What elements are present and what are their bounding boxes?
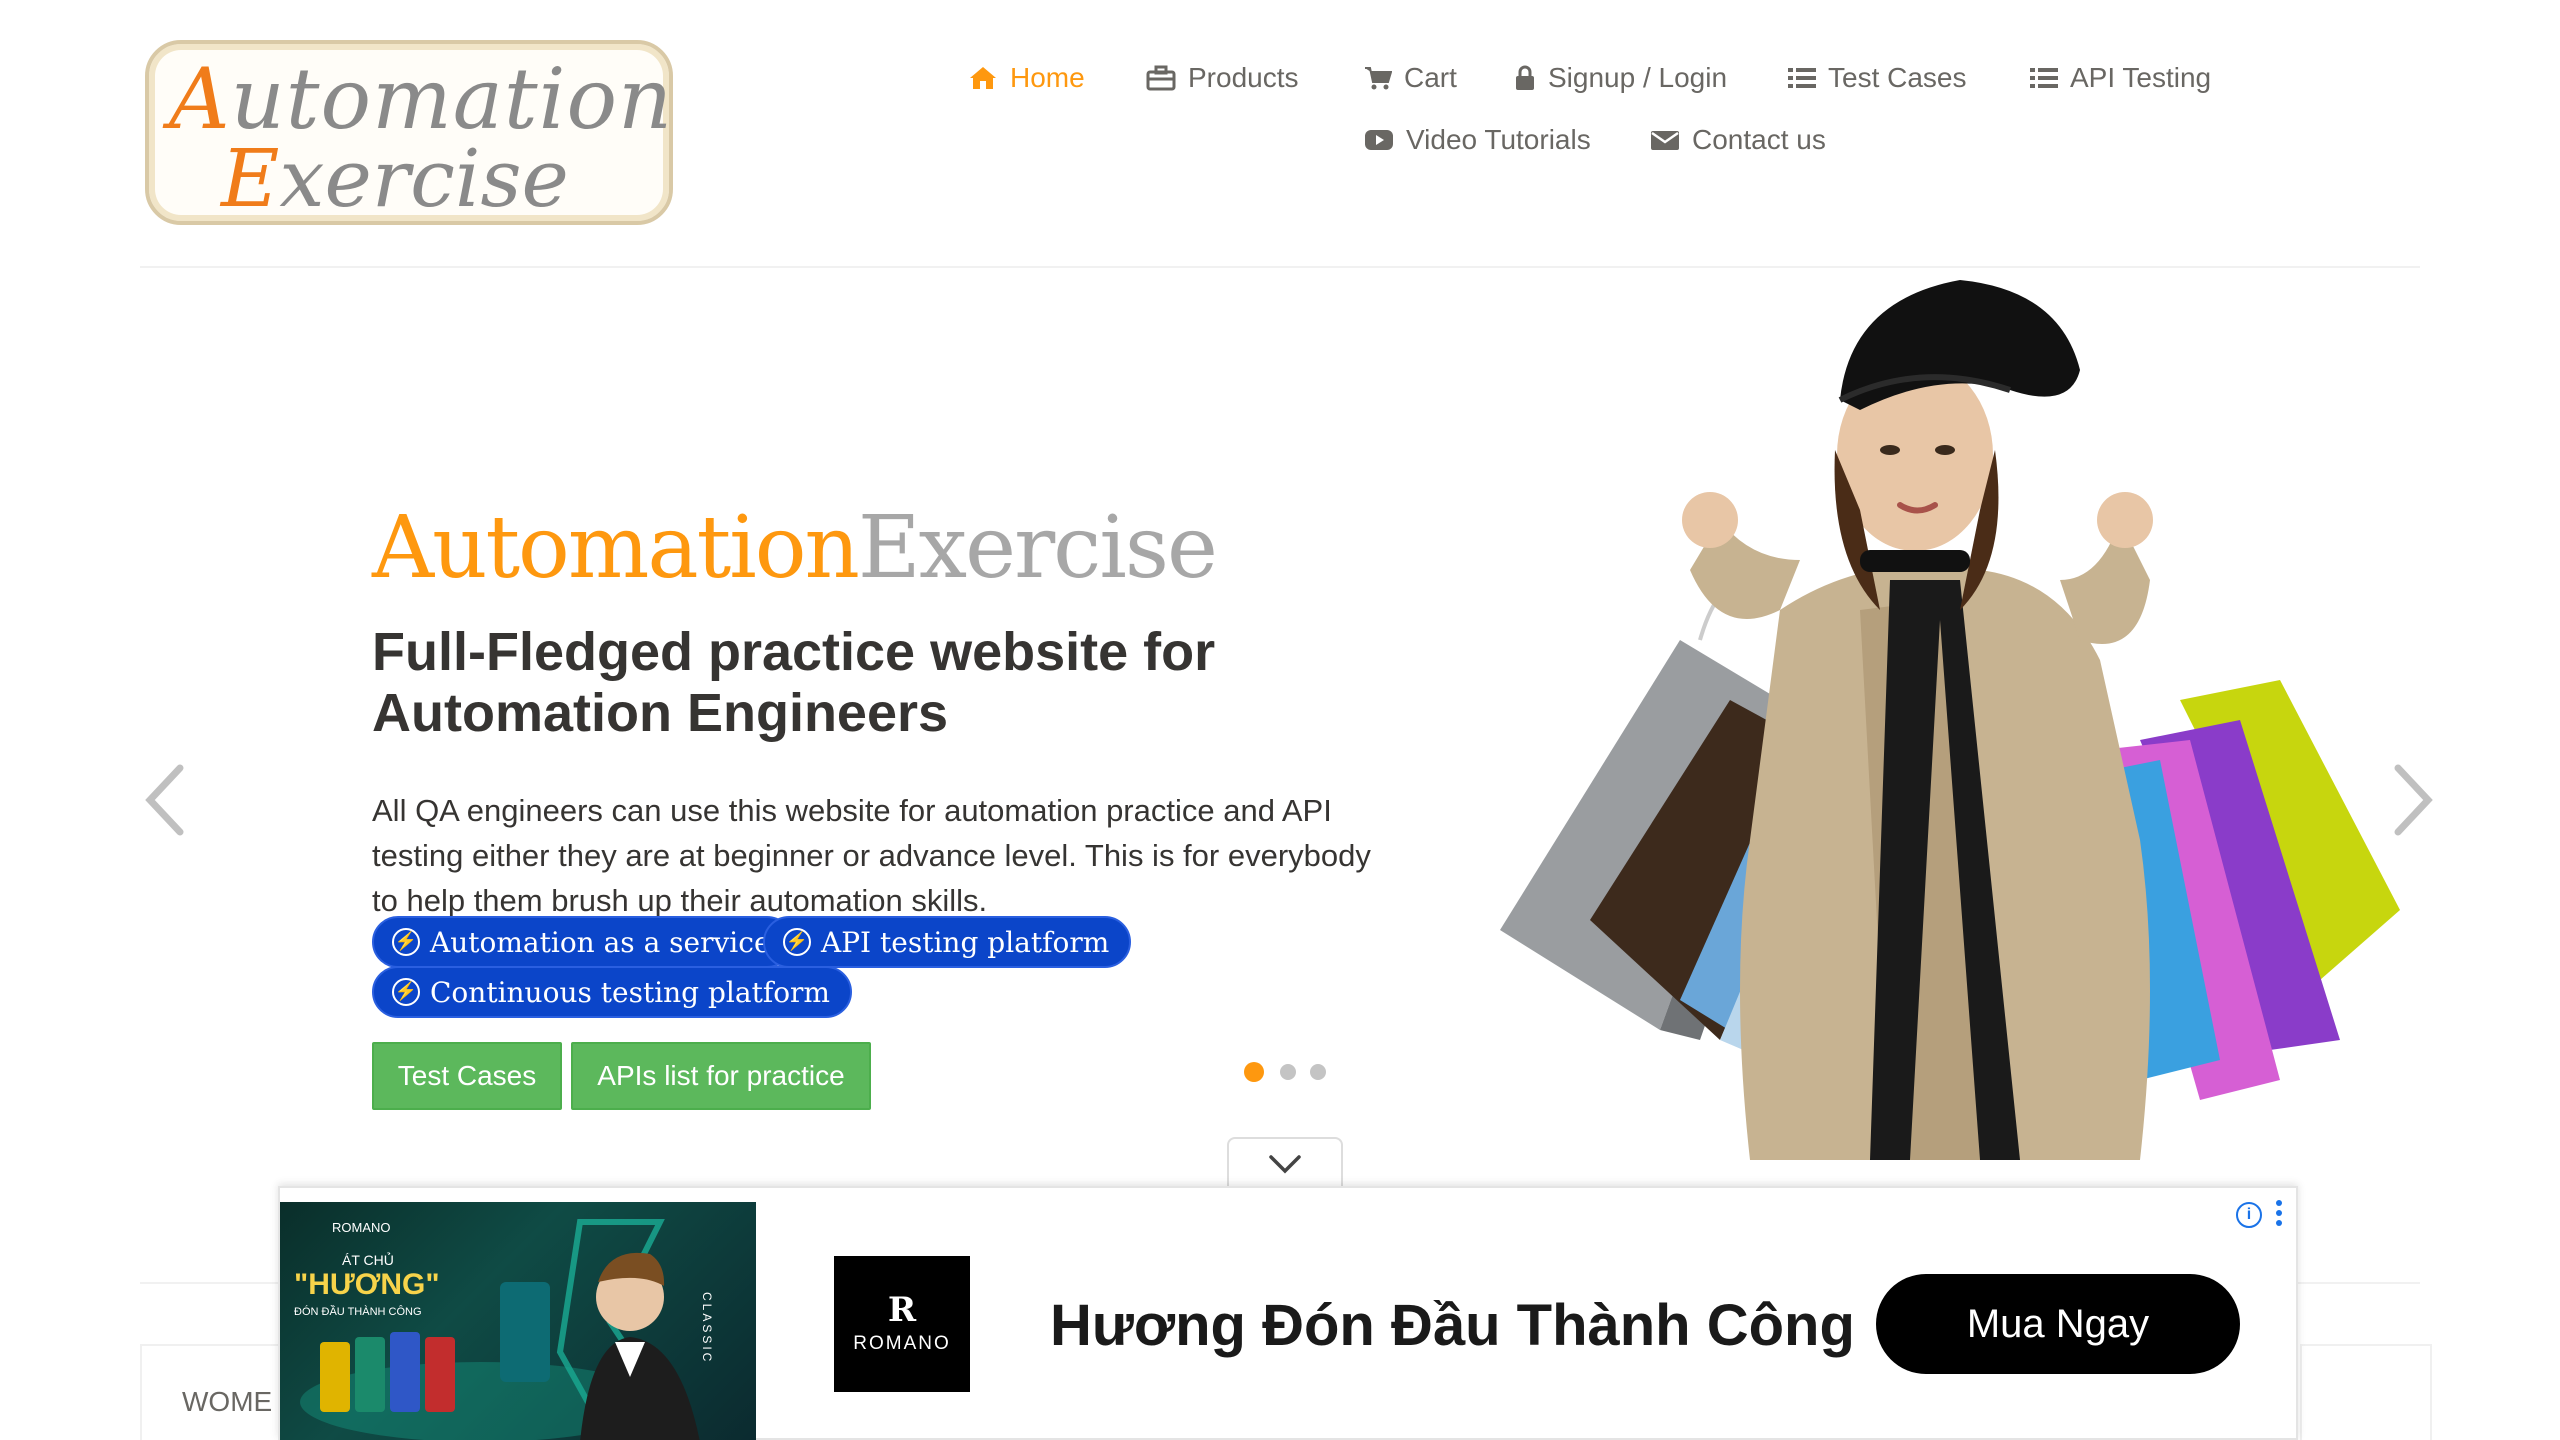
- carousel-dot-2[interactable]: [1280, 1064, 1296, 1080]
- list-icon: [1788, 68, 1816, 88]
- cart-icon: [1365, 67, 1392, 90]
- bolt-icon: ⚡: [392, 928, 420, 956]
- ad-headline[interactable]: Hương Đón Đầu Thành Công: [1050, 1292, 1855, 1359]
- hero-description: All QA engineers can use this website fo…: [372, 793, 1371, 918]
- nav-api-testing[interactable]: API Testing: [2030, 62, 2211, 94]
- ad-more-options-icon[interactable]: [2276, 1200, 2284, 1228]
- lock-icon: [1516, 65, 1534, 90]
- pill-continuous-testing[interactable]: ⚡ Continuous testing platform: [372, 966, 852, 1018]
- nav-cart[interactable]: Cart: [1364, 62, 1457, 94]
- pill-api-testing-platform[interactable]: ⚡ API testing platform: [763, 916, 1132, 968]
- ad-collapse-toggle[interactable]: [1227, 1137, 1343, 1189]
- ad-logo-letter: R: [887, 1290, 917, 1330]
- envelope-icon: [1651, 131, 1679, 150]
- ad-banner[interactable]: ROMANO ÁT CHỦ "HƯƠNG" ĐÓN ĐẦU THÀNH CÔNG…: [278, 1186, 2298, 1440]
- briefcase-icon: [1146, 65, 1176, 91]
- ad-product-image[interactable]: ROMANO ÁT CHỦ "HƯƠNG" ĐÓN ĐẦU THÀNH CÔNG…: [280, 1202, 756, 1440]
- brands-panel: [2300, 1344, 2432, 1440]
- ad-image-line-3: ĐÓN ĐẦU THÀNH CÔNG: [294, 1306, 422, 1318]
- chevron-down-icon: [1269, 1155, 1301, 1174]
- test-cases-button[interactable]: Test Cases: [372, 1042, 562, 1110]
- nav-cart-label: Cart: [1404, 62, 1457, 93]
- bolt-icon: ⚡: [392, 978, 420, 1006]
- pill-automation-service[interactable]: ⚡ Automation as a service: [372, 916, 793, 968]
- home-icon: [970, 67, 996, 89]
- nav-signup-login-label: Signup / Login: [1548, 62, 1728, 93]
- ad-image-line-1: ÁT CHỦ: [342, 1252, 394, 1268]
- hero-image-girl-with-bags: [1500, 280, 2400, 1160]
- nav-test-cases-label: Test Cases: [1828, 62, 1967, 93]
- carousel-dot-3[interactable]: [1310, 1064, 1326, 1080]
- category-women[interactable]: WOME: [182, 1386, 272, 1418]
- site-logo[interactable]: Automation Exercise: [145, 40, 673, 225]
- nav-video-tutorials-label: Video Tutorials: [1406, 124, 1591, 155]
- ad-image-art: [300, 1219, 700, 1440]
- hero-subtitle: Full-Fledged practice website for Automa…: [372, 622, 1216, 743]
- bolt-icon: ⚡: [783, 928, 811, 956]
- nav-video-tutorials[interactable]: Video Tutorials: [1364, 124, 1591, 156]
- nav-test-cases[interactable]: Test Cases: [1788, 62, 1967, 94]
- ad-info-icon[interactable]: i: [2236, 1202, 2262, 1228]
- nav-home[interactable]: Home: [968, 62, 1085, 94]
- header-divider: [140, 266, 2420, 268]
- carousel-dot-1[interactable]: [1244, 1062, 1264, 1082]
- nav-contact-us-label: Contact us: [1692, 124, 1826, 155]
- youtube-play-icon: [1365, 130, 1393, 150]
- page: Automation Exercise Home Products Cart S…: [0, 0, 2560, 1440]
- nav-api-testing-label: API Testing: [2070, 62, 2212, 93]
- nav-signup-login[interactable]: Signup / Login: [1514, 62, 1727, 94]
- logo-line-2: Exercise: [221, 132, 569, 225]
- nav-home-label: Home: [1010, 62, 1085, 93]
- nav-contact-us[interactable]: Contact us: [1650, 124, 1826, 156]
- hero-title: AutomationExercise: [372, 498, 1218, 598]
- apis-list-button[interactable]: APIs list for practice: [571, 1042, 871, 1110]
- ad-image-small-brand: ROMANO: [332, 1220, 391, 1235]
- ad-cta-button[interactable]: Mua Ngay: [1876, 1274, 2240, 1374]
- carousel-prev-icon[interactable]: [138, 760, 198, 840]
- nav-products[interactable]: Products: [1146, 62, 1299, 94]
- ad-brand-logo[interactable]: R ROMANO: [834, 1256, 970, 1392]
- ad-image-line-2: "HƯƠNG": [294, 1268, 440, 1301]
- list-icon: [2030, 68, 2058, 88]
- ad-image-side-text: CLASSIC: [700, 1292, 714, 1365]
- nav-products-label: Products: [1188, 62, 1299, 93]
- ad-logo-text: ROMANO: [853, 1333, 951, 1354]
